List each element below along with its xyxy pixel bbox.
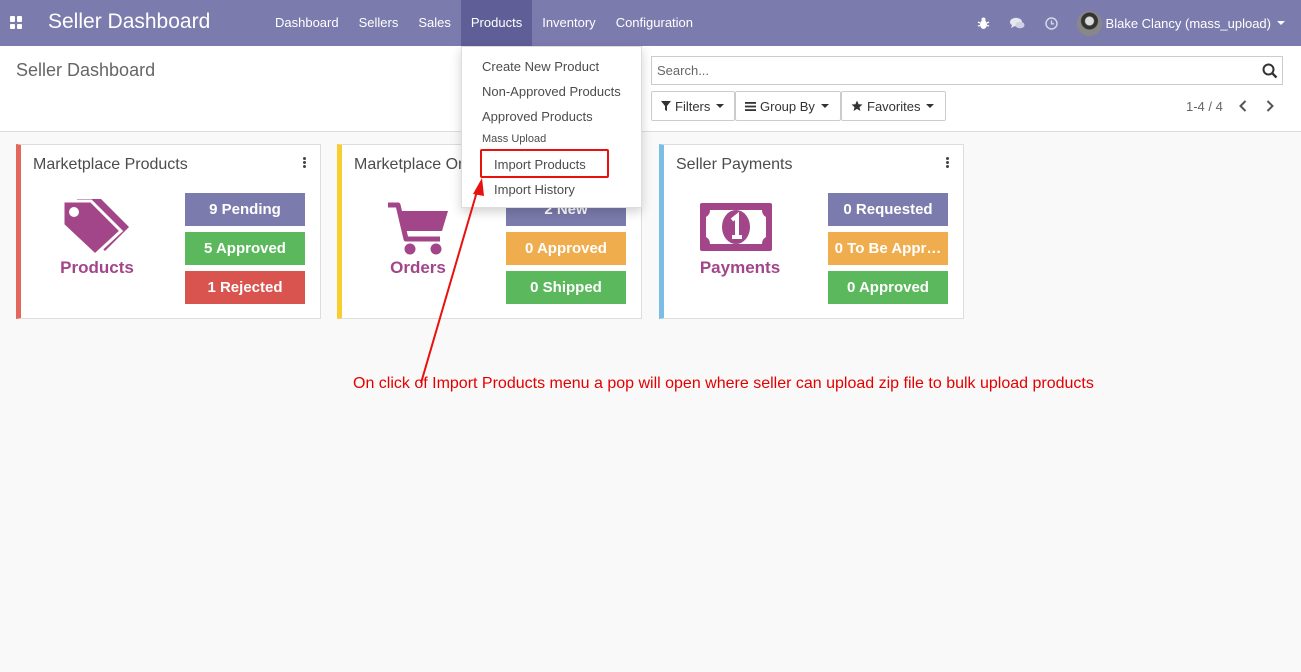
kebab-menu-icon[interactable]	[303, 157, 306, 168]
user-name: Blake Clancy (mass_upload)	[1105, 15, 1271, 31]
search-input[interactable]	[652, 57, 1252, 84]
group-by-button[interactable]: Group By	[735, 91, 841, 121]
favorites-button[interactable]: Favorites	[841, 91, 946, 121]
stat-to-be-approved-button[interactable]: 0 To Be Appr…	[828, 232, 948, 265]
avatar	[1076, 10, 1102, 36]
card-seller-payments: Seller Payments Payments 0 Requested 0 T…	[659, 144, 964, 319]
filters-label: Filters	[675, 98, 711, 114]
tags-icon[interactable]	[59, 197, 131, 258]
list-icon	[745, 101, 756, 111]
shopping-cart-icon[interactable]	[386, 201, 450, 260]
card-label[interactable]: Orders	[358, 258, 478, 278]
favorites-label: Favorites	[867, 98, 921, 114]
breadcrumb: Seller Dashboard	[16, 60, 156, 80]
filter-icon	[661, 101, 671, 111]
card-marketplace-products: Marketplace Products Products 9 Pending …	[16, 144, 321, 319]
card-title: Marketplace Products	[33, 156, 188, 173]
card-title: Seller Payments	[676, 156, 793, 173]
control-panel: Seller Dashboard Filters Group By Favori…	[0, 46, 1301, 132]
user-menu[interactable]: Blake Clancy (mass_upload)	[1069, 10, 1301, 36]
pager-next-icon[interactable]	[1262, 98, 1278, 114]
apps-menu-icon[interactable]	[10, 16, 23, 29]
menu-item-import-history[interactable]: Import History	[494, 182, 575, 197]
menu-sellers[interactable]: Sellers	[349, 0, 409, 46]
debug-bug-icon[interactable]	[967, 0, 1001, 46]
filters-button[interactable]: Filters	[651, 91, 735, 121]
products-dropdown-menu: Create New Product Non-Approved Products…	[461, 46, 642, 208]
messages-icon[interactable]	[1001, 0, 1035, 46]
menu-sales[interactable]: Sales	[408, 0, 461, 46]
card-label[interactable]: Products	[37, 258, 157, 278]
caret-down-icon	[716, 104, 725, 108]
stat-approved-button[interactable]: 0 Approved	[506, 232, 626, 265]
group-by-label: Group By	[760, 98, 815, 114]
pager-previous-icon[interactable]	[1235, 98, 1251, 114]
systray: Blake Clancy (mass_upload)	[967, 0, 1301, 46]
card-title: Marketplace Or	[354, 156, 464, 173]
kebab-menu-icon[interactable]	[946, 157, 949, 168]
menu-item-approved-products[interactable]: Approved Products	[482, 109, 593, 124]
caret-down-icon	[926, 104, 935, 108]
main-menu: Dashboard Sellers Sales Products Invento…	[265, 0, 703, 46]
menu-inventory[interactable]: Inventory	[532, 0, 605, 46]
pager-value[interactable]: 1-4 / 4	[1186, 99, 1223, 114]
top-navbar: Seller Dashboard Dashboard Sellers Sales…	[0, 0, 1301, 46]
caret-down-icon	[820, 104, 829, 108]
activity-clock-icon[interactable]	[1035, 0, 1069, 46]
menu-dashboard[interactable]: Dashboard	[265, 0, 349, 46]
stat-shipped-button[interactable]: 0 Shipped	[506, 271, 626, 304]
annotation-text: On click of Import Products menu a pop w…	[353, 375, 1094, 392]
stat-requested-button[interactable]: 0 Requested	[828, 193, 948, 226]
stat-rejected-button[interactable]: 1 Rejected	[185, 271, 305, 304]
menu-item-non-approved-products[interactable]: Non-Approved Products	[482, 84, 621, 99]
search-icon[interactable]	[1262, 63, 1278, 82]
menu-products[interactable]: Products	[460, 0, 533, 46]
stat-approved-button[interactable]: 5 Approved	[185, 232, 305, 265]
menu-configuration[interactable]: Configuration	[606, 0, 703, 46]
app-brand: Seller Dashboard	[48, 10, 211, 33]
stat-pending-button[interactable]: 9 Pending	[185, 193, 305, 226]
search-box	[651, 56, 1283, 85]
caret-down-icon	[1277, 21, 1285, 25]
menu-item-create-new-product[interactable]: Create New Product	[482, 59, 599, 74]
card-label[interactable]: Payments	[680, 258, 800, 278]
menu-section-mass-upload: Mass Upload	[482, 133, 547, 145]
stat-approved-button[interactable]: 0 Approved	[828, 271, 948, 304]
star-icon	[851, 100, 863, 111]
menu-item-import-products[interactable]: Import Products	[494, 157, 586, 172]
money-bill-icon[interactable]	[700, 203, 772, 254]
